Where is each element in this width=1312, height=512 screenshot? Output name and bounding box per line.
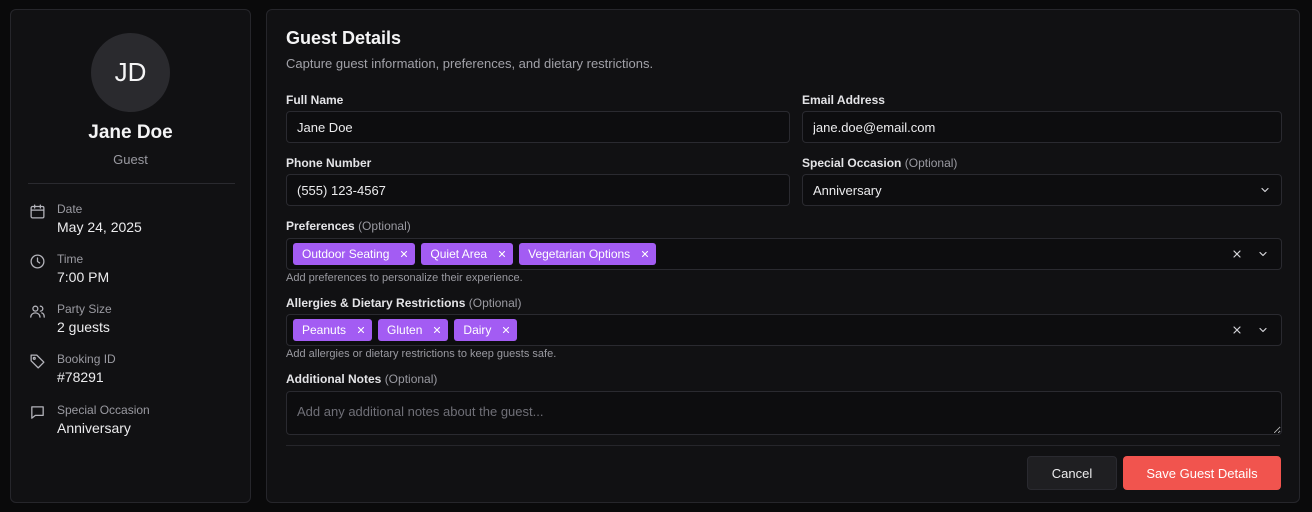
clear-all-icon[interactable]	[1231, 324, 1243, 336]
allergies-optional: (Optional)	[468, 296, 522, 310]
save-guest-details-button[interactable]: Save Guest Details	[1123, 456, 1281, 490]
preferences-actions	[1231, 248, 1275, 260]
chevron-down-icon[interactable]	[1257, 248, 1269, 260]
allergies-label-text: Allergies & Dietary Restrictions	[286, 296, 466, 310]
notes-textarea[interactable]	[286, 391, 1282, 435]
info-booking-id-label: Booking ID	[57, 352, 116, 366]
notes-optional: (Optional)	[384, 372, 438, 386]
remove-chip-icon[interactable]	[640, 249, 650, 259]
preference-chip-vegetarian-options: Vegetarian Options	[519, 243, 657, 265]
full-name-input[interactable]	[286, 111, 790, 143]
remove-chip-icon[interactable]	[501, 325, 511, 335]
preferences-helper: Add preferences to personalize their exp…	[286, 272, 523, 284]
clear-all-icon[interactable]	[1231, 248, 1243, 260]
allergy-chip-gluten: Gluten	[378, 319, 449, 341]
remove-chip-icon[interactable]	[399, 249, 409, 259]
preferences-chip-list: Outdoor Seating Quiet Area Vegetarian Op…	[293, 243, 1231, 265]
info-booking-id-value: #78291	[57, 369, 104, 385]
remove-chip-icon[interactable]	[356, 325, 366, 335]
chevron-down-icon[interactable]	[1259, 184, 1271, 196]
chip-label: Peanuts	[302, 323, 347, 337]
chip-label: Dairy	[463, 323, 492, 337]
info-party-size-label: Party Size	[57, 302, 112, 316]
notes-label-text: Additional Notes	[286, 372, 382, 386]
allergies-actions	[1231, 324, 1275, 336]
phone-label: Phone Number	[286, 156, 372, 170]
remove-chip-icon[interactable]	[432, 325, 442, 335]
info-date-value: May 24, 2025	[57, 219, 142, 235]
info-booking-id: Booking ID #78291	[29, 352, 239, 392]
info-party-size-value: 2 guests	[57, 319, 110, 335]
page-subtitle: Capture guest information, preferences, …	[286, 56, 654, 71]
allergies-multiselect[interactable]: Peanuts Gluten Dairy	[286, 314, 1282, 346]
chevron-down-icon[interactable]	[1257, 324, 1269, 336]
chip-label: Gluten	[387, 323, 423, 337]
sidebar-divider	[28, 183, 235, 184]
chip-label: Outdoor Seating	[302, 247, 390, 261]
occasion-label: Special Occasion (Optional)	[802, 156, 957, 170]
avatar-initials: JD	[114, 57, 147, 87]
tag-icon	[29, 353, 46, 370]
users-icon	[29, 303, 46, 320]
full-name-label: Full Name	[286, 93, 344, 107]
chip-label: Quiet Area	[430, 247, 488, 261]
email-label: Email Address	[802, 93, 885, 107]
guest-summary-sidebar: JD Jane Doe Guest Date May 24, 2025 Time…	[10, 9, 251, 503]
preferences-multiselect[interactable]: Outdoor Seating Quiet Area Vegetarian Op…	[286, 238, 1282, 270]
form-divider	[286, 445, 1280, 446]
preference-chip-outdoor-seating: Outdoor Seating	[293, 243, 416, 265]
occasion-select[interactable]: Anniversary	[802, 174, 1282, 206]
preference-chip-quiet-area: Quiet Area	[421, 243, 514, 265]
info-time-label: Time	[57, 252, 84, 266]
preferences-label-text: Preferences	[286, 219, 355, 233]
calendar-icon	[29, 203, 46, 220]
allergies-label: Allergies & Dietary Restrictions (Option…	[286, 296, 521, 310]
phone-input[interactable]	[286, 174, 790, 206]
info-special-occasion-value: Anniversary	[57, 420, 131, 436]
info-date-label: Date	[57, 202, 83, 216]
page-title: Guest Details	[286, 28, 402, 48]
occasion-label-text: Special Occasion	[802, 156, 902, 170]
email-input[interactable]	[802, 111, 1282, 143]
allergy-chip-peanuts: Peanuts	[293, 319, 373, 341]
chip-label: Vegetarian Options	[528, 247, 631, 261]
guest-details-form: Guest Details Capture guest information,…	[266, 9, 1300, 503]
notes-label: Additional Notes (Optional)	[286, 372, 437, 386]
cancel-button[interactable]: Cancel	[1027, 456, 1117, 490]
avatar: JD	[91, 33, 170, 112]
info-special-occasion: Special Occasion Anniversary	[29, 403, 239, 443]
remove-chip-icon[interactable]	[497, 249, 507, 259]
preferences-label: Preferences (Optional)	[286, 219, 411, 233]
info-special-occasion-label: Special Occasion	[57, 403, 150, 417]
info-date: Date May 24, 2025	[29, 202, 239, 242]
info-time-value: 7:00 PM	[57, 269, 110, 285]
info-time: Time 7:00 PM	[29, 252, 239, 292]
allergies-helper: Add allergies or dietary restrictions to…	[286, 348, 557, 360]
occasion-select-value: Anniversary	[813, 182, 882, 198]
info-party-size: Party Size 2 guests	[29, 302, 239, 342]
occasion-optional: (Optional)	[904, 156, 958, 170]
clock-icon	[29, 253, 46, 270]
preferences-optional: (Optional)	[358, 219, 411, 233]
allergy-chip-dairy: Dairy	[454, 319, 518, 341]
guest-role: Guest	[113, 152, 148, 167]
guest-name: Jane Doe	[88, 122, 173, 143]
message-icon	[29, 404, 46, 421]
allergies-chip-list: Peanuts Gluten Dairy	[293, 319, 1231, 341]
